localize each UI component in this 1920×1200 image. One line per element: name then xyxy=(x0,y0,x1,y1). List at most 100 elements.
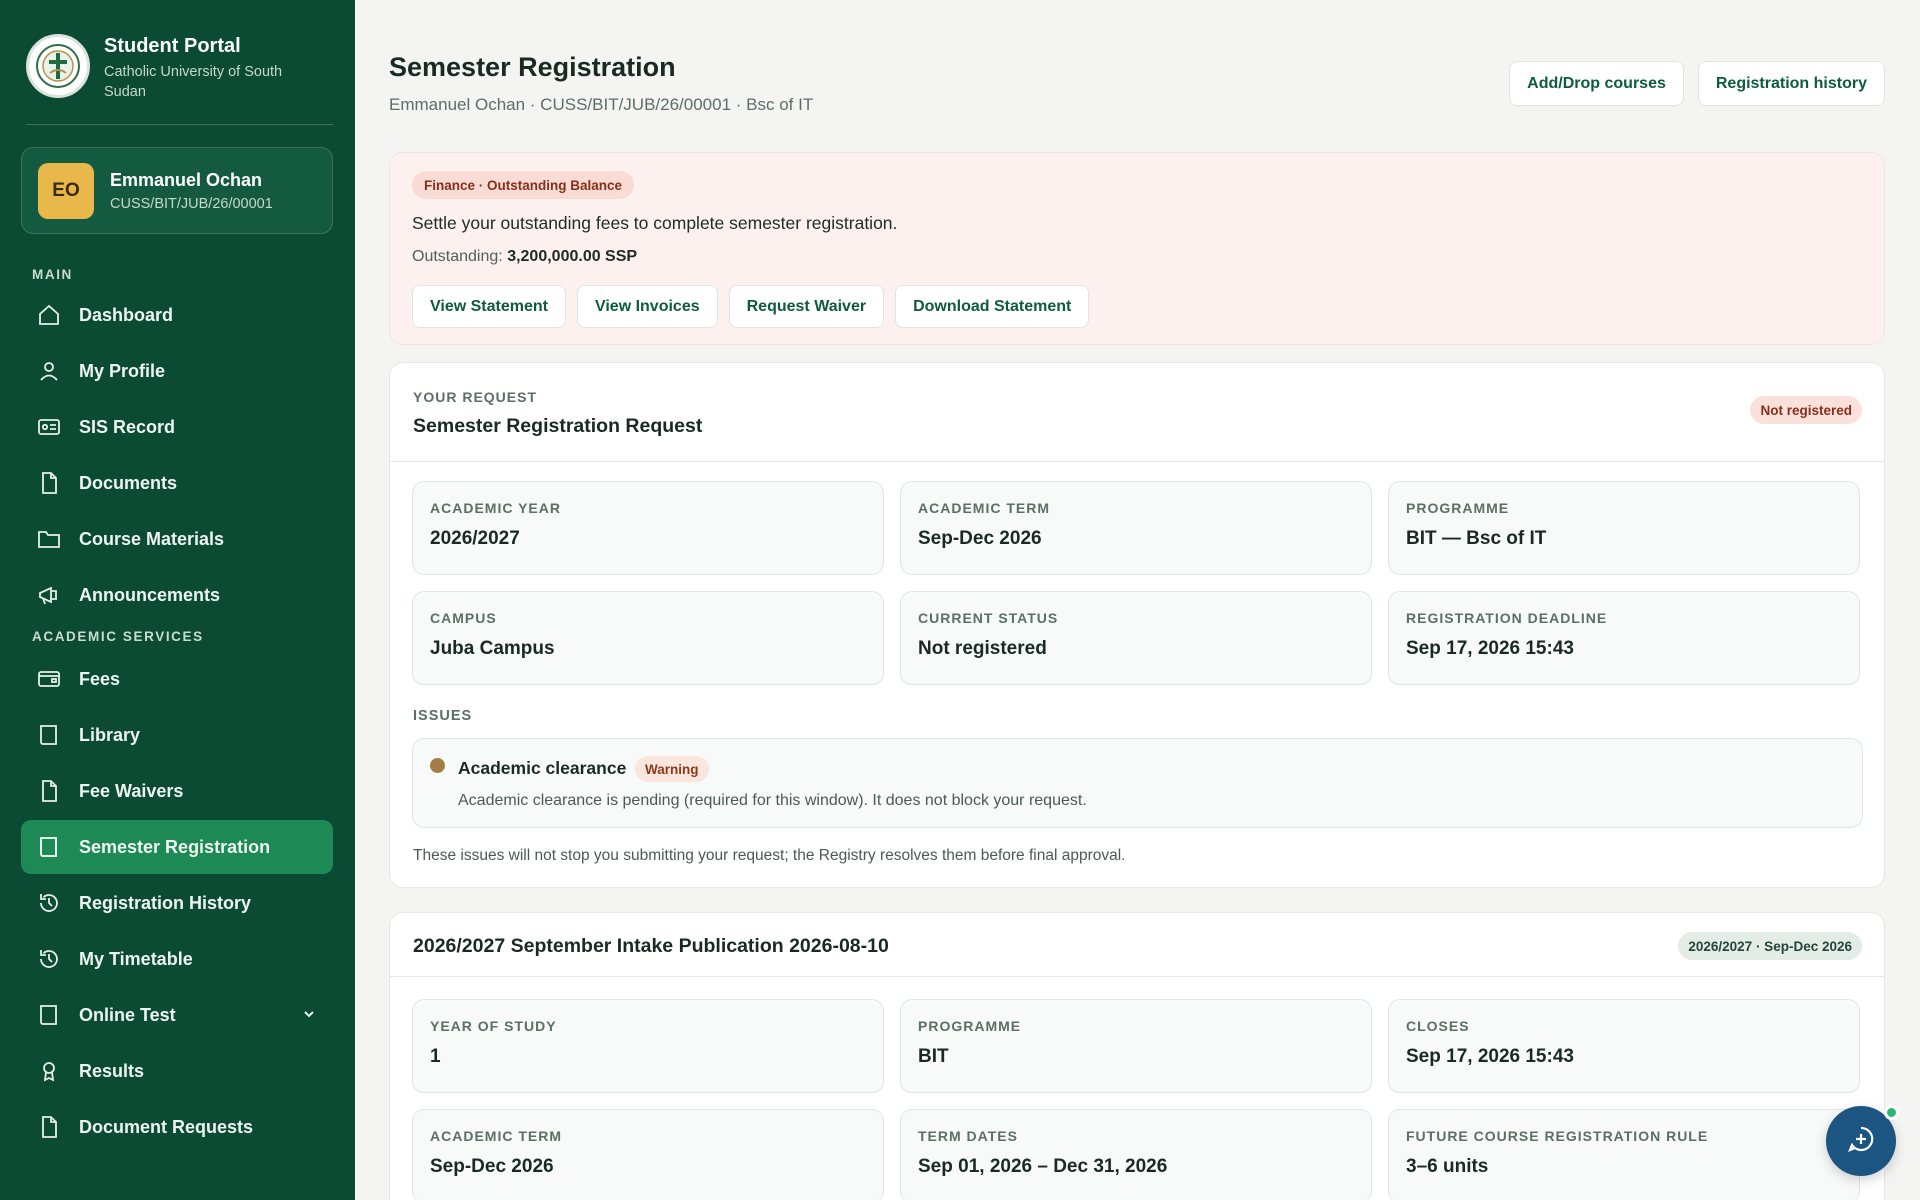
field-value: Juba Campus xyxy=(430,638,555,659)
card-header: 2026/2027 September Intake Publication 2… xyxy=(390,913,1884,977)
field-current-status: CURRENT STATUS Not registered xyxy=(900,591,1372,685)
history-icon xyxy=(37,947,61,971)
field-programme: PROGRAMME BIT — Bsc of IT xyxy=(1388,481,1860,575)
portal-title: Student Portal xyxy=(104,35,241,57)
id-card-icon xyxy=(37,415,61,439)
sidebar-item-documents[interactable]: Documents xyxy=(21,456,333,510)
user-card[interactable]: EO Emmanuel Ochan CUSS/BIT/JUB/26/00001 xyxy=(21,147,333,234)
registration-request-card: YOUR REQUEST Semester Registration Reque… xyxy=(389,362,1885,888)
nav-section-academic: ACADEMIC SERVICES xyxy=(32,629,204,644)
book-icon xyxy=(37,723,61,747)
issue-item: Academic clearance Warning Academic clea… xyxy=(412,738,1863,828)
field-value: Sep-Dec 2026 xyxy=(918,528,1042,549)
document-icon xyxy=(37,471,61,495)
field-programme: PROGRAMME BIT xyxy=(900,999,1372,1093)
sidebar-item-label: Course Materials xyxy=(79,528,225,549)
finance-alert: Finance · Outstanding Balance Settle you… xyxy=(389,152,1885,345)
card-title: Semester Registration Request xyxy=(413,415,703,437)
field-academic-year: ACADEMIC YEAR 2026/2027 xyxy=(412,481,884,575)
field-label: PROGRAMME xyxy=(918,1018,1022,1034)
history-icon xyxy=(37,891,61,915)
outstanding-label: Outstanding: xyxy=(412,248,503,265)
sidebar-item-label: Documents xyxy=(79,472,178,493)
outstanding-balance: Outstanding: 3,200,000.00 SSP xyxy=(412,248,637,266)
registration-history-button[interactable]: Registration history xyxy=(1697,61,1885,106)
sidebar-item-course-materials[interactable]: Course Materials xyxy=(21,512,333,566)
severity-badge: Warning xyxy=(635,756,709,782)
field-label: ACADEMIC TERM xyxy=(918,500,1050,516)
field-label: ACADEMIC TERM xyxy=(430,1128,562,1144)
wallet-icon xyxy=(37,667,61,691)
field-value: Sep 17, 2026 15:43 xyxy=(1406,1046,1574,1067)
view-invoices-button[interactable]: View Invoices xyxy=(576,285,718,328)
sidebar-item-my-profile[interactable]: My Profile xyxy=(21,344,333,398)
request-waiver-button[interactable]: Request Waiver xyxy=(728,285,885,328)
chat-icon xyxy=(1845,1123,1877,1160)
view-statement-button[interactable]: View Statement xyxy=(412,285,566,328)
sidebar-item-semester-registration[interactable]: Semester Registration xyxy=(21,820,333,874)
field-closes: CLOSES Sep 17, 2026 15:43 xyxy=(1388,999,1860,1093)
field-label: CURRENT STATUS xyxy=(918,610,1059,626)
sidebar-item-label: Results xyxy=(79,1060,145,1081)
sidebar-item-document-requests[interactable]: Document Requests xyxy=(21,1100,333,1154)
home-icon xyxy=(37,303,61,327)
online-indicator xyxy=(1884,1105,1899,1120)
folder-icon xyxy=(37,527,61,551)
sidebar-item-sis-record[interactable]: SIS Record xyxy=(21,400,333,454)
status-badge: Not registered xyxy=(1750,396,1862,424)
field-value: Sep 17, 2026 15:43 xyxy=(1406,638,1574,659)
field-value: 3–6 units xyxy=(1406,1156,1489,1177)
issues-note: These issues will not stop you submittin… xyxy=(413,847,1126,864)
field-label: FUTURE COURSE REGISTRATION RULE xyxy=(1406,1128,1709,1144)
megaphone-icon xyxy=(37,583,61,607)
finance-badge: Finance · Outstanding Balance xyxy=(412,171,635,199)
sidebar-item-label: Document Requests xyxy=(79,1116,254,1137)
nav-section-main: MAIN xyxy=(32,267,73,282)
book-icon xyxy=(37,835,61,859)
sidebar-item-announcements[interactable]: Announcements xyxy=(21,568,333,622)
field-label: CLOSES xyxy=(1406,1018,1470,1034)
sidebar-item-results[interactable]: Results xyxy=(21,1044,333,1098)
sidebar-item-fee-waivers[interactable]: Fee Waivers xyxy=(21,764,333,818)
issues-heading: ISSUES xyxy=(413,708,473,724)
university-name: Catholic University of South Sudan xyxy=(104,64,283,100)
sidebar-item-dashboard[interactable]: Dashboard xyxy=(21,288,333,342)
term-badge: 2026/2027 · Sep-Dec 2026 xyxy=(1678,932,1862,960)
field-campus: CAMPUS Juba Campus xyxy=(412,591,884,685)
sidebar-item-library[interactable]: Library xyxy=(21,708,333,762)
sidebar-item-label: My Timetable xyxy=(79,948,193,969)
sidebar-item-fees[interactable]: Fees xyxy=(21,652,333,706)
field-academic-term: ACADEMIC TERM Sep-Dec 2026 xyxy=(412,1109,884,1200)
outstanding-value: 3,200,000.00 SSP xyxy=(507,248,638,265)
page-title: Semester Registration xyxy=(389,52,676,82)
sidebar-item-label: Dashboard xyxy=(79,304,174,325)
warning-dot-icon xyxy=(430,758,445,773)
sidebar-item-my-timetable[interactable]: My Timetable xyxy=(21,932,333,986)
download-statement-button[interactable]: Download Statement xyxy=(895,285,1090,328)
finance-message: Settle your outstanding fees to complete… xyxy=(412,213,898,233)
field-label: CAMPUS xyxy=(430,610,497,626)
field-value: BIT xyxy=(918,1046,949,1067)
page-subtitle: Emmanuel Ochan · CUSS/BIT/JUB/26/00001 ·… xyxy=(389,95,814,114)
university-logo-icon[interactable] xyxy=(26,34,90,98)
field-value: BIT — Bsc of IT xyxy=(1406,528,1547,549)
sidebar-item-label: SIS Record xyxy=(79,416,176,437)
sidebar-item-online-test[interactable]: Online Test xyxy=(21,988,333,1042)
add-drop-courses-button[interactable]: Add/Drop courses xyxy=(1509,61,1684,106)
field-value: Not registered xyxy=(918,638,1047,659)
sidebar-item-label: Fees xyxy=(79,668,121,689)
sidebar-item-label: Online Test xyxy=(79,1004,176,1025)
publication-card: 2026/2027 September Intake Publication 2… xyxy=(389,912,1885,1200)
field-label: REGISTRATION DEADLINE xyxy=(1406,610,1608,626)
sidebar-item-label: Fee Waivers xyxy=(79,780,184,801)
card-eyebrow: YOUR REQUEST xyxy=(413,389,538,405)
issue-description: Academic clearance is pending (required … xyxy=(458,792,1087,809)
field-term-dates: TERM DATES Sep 01, 2026 – Dec 31, 2026 xyxy=(900,1109,1372,1200)
avatar: EO xyxy=(38,162,94,219)
field-academic-term: ACADEMIC TERM Sep-Dec 2026 xyxy=(900,481,1372,575)
sidebar-item-registration-history[interactable]: Registration History xyxy=(21,876,333,930)
chevron-down-icon[interactable] xyxy=(299,1004,319,1024)
field-value: 1 xyxy=(430,1046,441,1067)
sidebar-item-label: Announcements xyxy=(79,584,221,605)
sidebar-item-label: Semester Registration xyxy=(79,836,271,857)
